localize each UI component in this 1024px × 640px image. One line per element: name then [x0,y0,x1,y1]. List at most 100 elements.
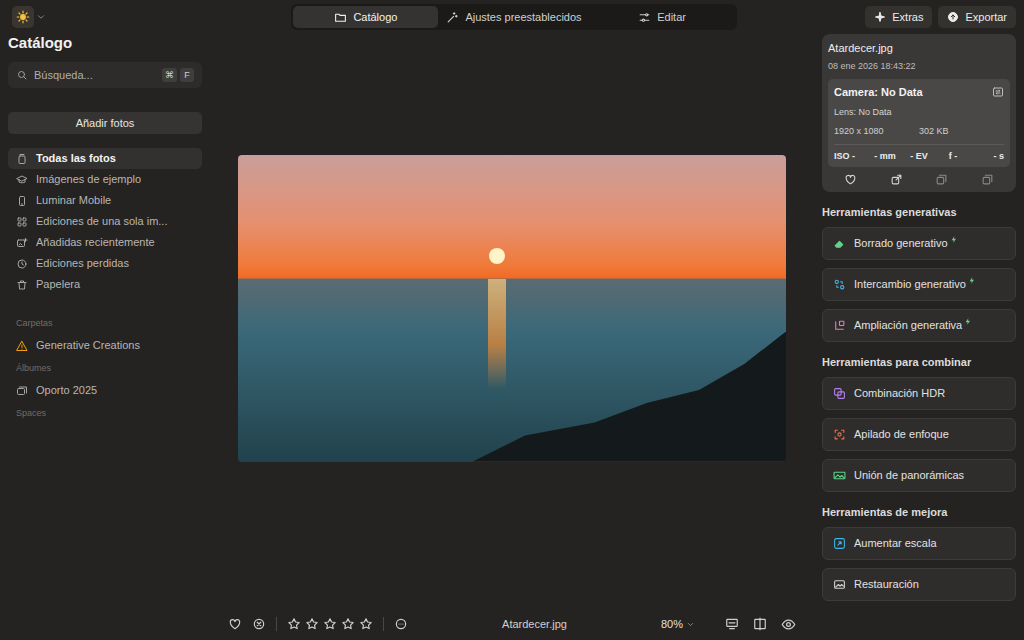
star-icon[interactable] [341,617,355,631]
tab-label: Editar [657,9,686,26]
camera-row: Camera: No Data [834,84,1004,101]
compare-icon[interactable] [753,617,767,631]
app-logo[interactable] [12,6,34,28]
tab-label: Catálogo [353,9,397,26]
section-list: Oporto 2025 [8,380,202,401]
sidebar-item-label: Añadidas recientemente [36,234,155,251]
restore-icon [833,578,846,591]
photo[interactable] [238,155,786,462]
info-actions [828,173,1010,186]
search-field: ⌘F [8,62,202,88]
generative-badge [968,276,976,285]
mode-tab[interactable]: Ajustes preestablecidos [438,6,589,28]
sidebar-item-label: Todas las fotos [36,150,116,167]
shortcut-key: ⌘ [162,68,177,82]
swapgen-icon [833,278,846,291]
tool-button[interactable]: Ampliación generativa [822,309,1016,342]
generative-badge [950,235,958,244]
main-area: Catálogo⌘FAñadir fotosTodas las fotosImá… [0,34,1024,640]
chevron-down-icon[interactable] [36,12,46,22]
section-title: Carpetas [8,317,202,331]
focus-icon [833,428,846,441]
sidebar-item-label: Papelera [36,276,80,293]
star-icon[interactable] [305,617,319,631]
resolution-label: 1920 x 1080 [834,125,919,139]
tool-group: Herramientas para combinarCombinación HD… [822,342,1016,492]
library-list: Todas las fotos Imágenes de ejemplo Lumina… [8,148,202,295]
search-icon [16,69,28,81]
chevron-down-icon [686,620,695,629]
info-date: 08 ene 2026 18:43:22 [828,60,1010,74]
more-icon[interactable] [394,617,408,631]
mode-tab[interactable]: Editar [590,6,735,28]
tool-button[interactable]: Borrado generativo [822,227,1016,260]
sidebar-item[interactable]: Imágenes de ejemplo [8,169,202,190]
sidebar-item[interactable]: Oporto 2025 [8,380,202,401]
zoom-value: 80% [661,616,683,633]
photo-viewer [202,34,822,612]
copy-icon[interactable] [981,173,994,186]
tool-button[interactable]: Combinación HDR [822,377,1016,410]
app-menu[interactable] [12,6,46,28]
bottom-bar: Atardecer.jpg 80% [202,612,822,640]
copy-icon[interactable] [935,173,948,186]
size-label: 302 KB [919,125,1004,139]
tool-button[interactable]: Restauración [822,568,1016,601]
export-button[interactable]: Exportar [938,6,1016,28]
sparkle-icon [874,11,886,23]
sidebar-item[interactable]: Ediciones perdidas [8,253,202,274]
sidebar-item[interactable]: Papelera [8,274,202,295]
swap-icon[interactable] [992,86,1004,98]
tool-label: Unión de panorámicas [854,467,964,484]
exif-value: f - [936,150,970,164]
star-rating[interactable] [287,617,373,631]
heart-icon[interactable] [228,617,242,631]
file-stats: 1920 x 1080302 KB [834,125,1004,139]
sidebar-item-label: Imágenes de ejemplo [36,171,141,188]
filename-label: Atardecer.jpg [502,616,567,633]
heart-icon[interactable] [844,173,857,186]
filename-holder: Atardecer.jpg [408,616,661,633]
tool-label: Aumentar escala [854,535,937,552]
tool-label: Borrado generativo [854,235,948,252]
sidebar-item[interactable]: Ediciones de una sola im... [8,211,202,232]
share-icon[interactable] [890,173,903,186]
eye-icon[interactable] [781,617,796,632]
star-icon[interactable] [359,617,373,631]
sidebar-item[interactable]: Luminar Mobile [8,190,202,211]
zoom-select[interactable]: 80% [661,616,695,633]
tool-button[interactable]: Aumentar escala [822,527,1016,560]
search-input[interactable] [34,67,156,84]
monitor-icon[interactable] [725,617,739,631]
sidebar-item[interactable]: Todas las fotos [8,148,202,169]
rating-tools [228,617,408,631]
sliders-icon [638,11,651,24]
tool-button[interactable]: Intercambio generativo [822,268,1016,301]
tool-button[interactable]: Apilado de enfoque [822,418,1016,451]
eraser-icon [833,237,846,250]
divider [276,617,277,631]
star-icon[interactable] [287,617,301,631]
bolt-icon [964,317,972,326]
add-photos-button[interactable]: Añadir fotos [8,112,202,134]
sidebar-item-label: Ediciones perdidas [36,255,129,272]
extras-button[interactable]: Extras [865,6,932,28]
sidebar-item[interactable]: Generative Creations [8,335,202,356]
reject-icon[interactable] [252,617,266,631]
trash-icon [16,279,28,291]
sidebar-item[interactable]: Añadidas recientemente [8,232,202,253]
divider [834,144,1004,145]
top-left [12,6,291,28]
tool-button[interactable]: Unión de panorámicas [822,459,1016,492]
mode-tab[interactable]: Catálogo [293,6,438,28]
star-icon[interactable] [323,617,337,631]
tool-label: Ampliación generativa [854,317,962,334]
tool-group: Herramientas generativasBorrado generati… [822,192,1016,342]
tool-label: Restauración [854,576,919,593]
sidebar-section: ÁlbumesOporto 2025 [8,362,202,401]
button-label: Extras [892,9,923,26]
bolt-icon [950,235,958,244]
tool-list: Combinación HDR Apilado de enfoque Unión d… [822,377,1016,492]
sidebar-section: Carpetas Generative Creations [8,317,202,356]
section-title: Spaces [8,407,202,421]
